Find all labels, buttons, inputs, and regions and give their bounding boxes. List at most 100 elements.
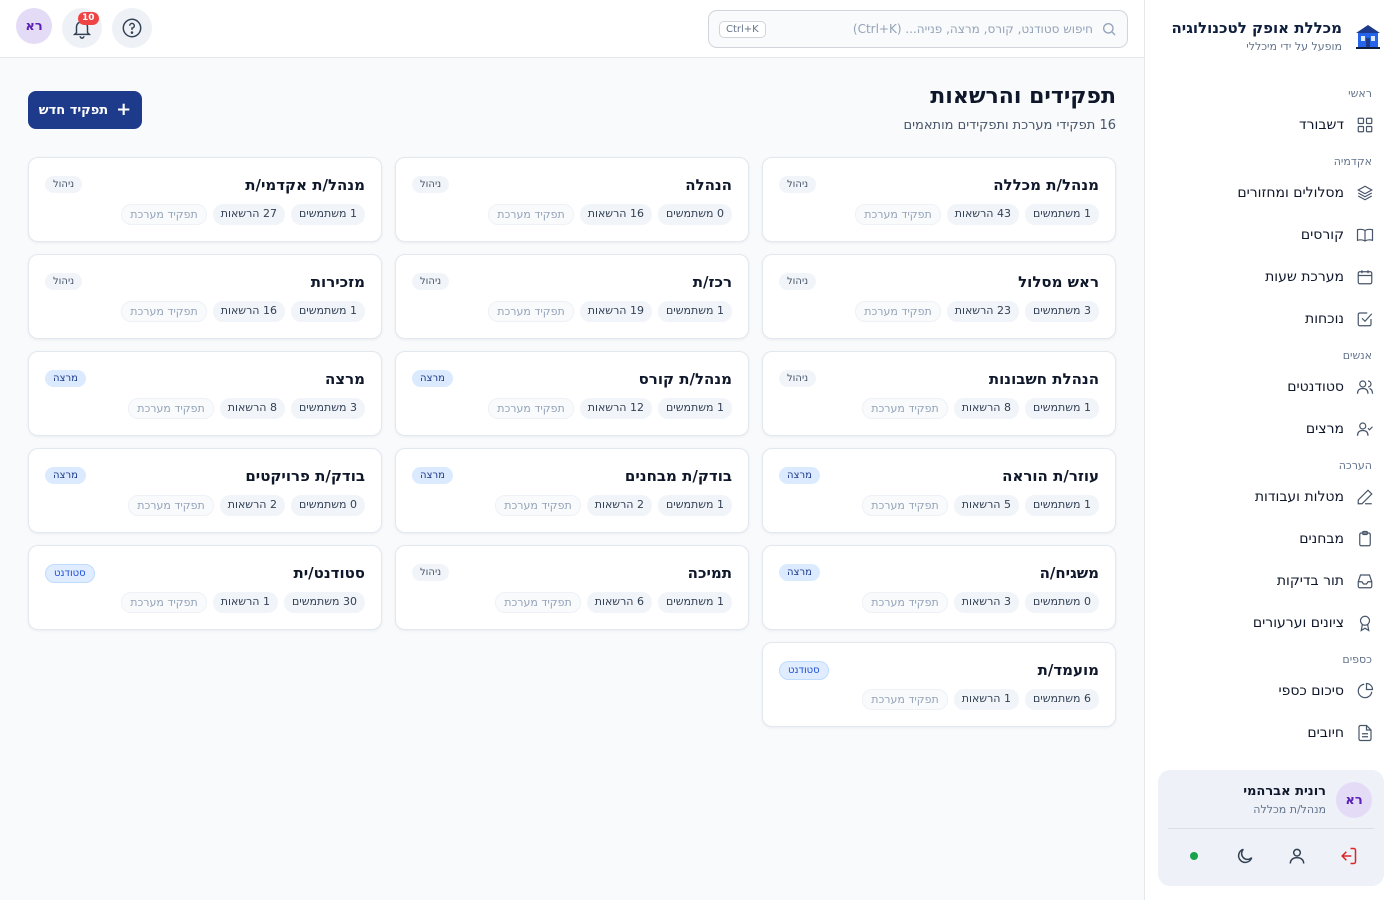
college-logo-icon xyxy=(1353,21,1383,51)
search-box[interactable]: Ctrl+K xyxy=(708,10,1128,48)
sidebar-item-lecturers[interactable]: מרצים xyxy=(1144,408,1400,450)
sidebar-item-invoices[interactable]: חיובים xyxy=(1144,712,1400,754)
users-count: 1 משתמשים xyxy=(1024,204,1099,225)
role-card[interactable]: מנהל/ת מכללה ניהול 1 משתמשים 43 הרשאות ת… xyxy=(762,157,1116,242)
help-button[interactable] xyxy=(112,8,152,48)
profile-button[interactable] xyxy=(1281,840,1313,872)
role-stats: 0 משתמשים 2 הרשאות תפקיד מערכת xyxy=(128,495,365,516)
sidebar-item-exams[interactable]: מבחנים xyxy=(1144,518,1400,560)
role-card[interactable]: רכז/ת ניהול 1 משתמשים 19 הרשאות תפקיד מע… xyxy=(395,254,749,339)
users-count: 1 משתמשים xyxy=(1024,398,1099,419)
system-role-badge: תפקיד מערכת xyxy=(495,592,581,613)
checkbox-icon xyxy=(1357,312,1373,327)
avatar[interactable]: רא xyxy=(1336,782,1372,818)
role-category-badge: ניהול xyxy=(412,564,450,581)
role-card[interactable]: הנהלת חשבונות ניהול 1 משתמשים 8 הרשאות ת… xyxy=(762,351,1116,436)
sidebar-item-label: נוכחות xyxy=(1305,311,1344,327)
sidebar-item-label: סטודנטים xyxy=(1287,379,1344,395)
permissions-count: 43 הרשאות xyxy=(946,204,1019,225)
sidebar-item-label: תור בדיקות xyxy=(1276,573,1344,589)
permissions-count: 5 הרשאות xyxy=(953,495,1019,516)
user-actions xyxy=(1158,840,1384,872)
system-role-badge: תפקיד מערכת xyxy=(121,592,207,613)
system-role-badge: תפקיד מערכת xyxy=(128,495,214,516)
sidebar-item-courses[interactable]: קורסים xyxy=(1144,214,1400,256)
system-role-badge: תפקיד מערכת xyxy=(488,204,574,225)
dark-mode-toggle[interactable] xyxy=(1229,840,1261,872)
system-role-badge: תפקיד מערכת xyxy=(862,398,948,419)
role-name: הנהלת חשבונות xyxy=(988,370,1099,388)
role-stats: 1 משתמשים 19 הרשאות תפקיד מערכת xyxy=(488,301,732,322)
new-role-button[interactable]: + תפקיד חדש xyxy=(28,91,142,129)
sidebar-item-label: מטלות ועבודות xyxy=(1254,489,1344,505)
system-role-badge: תפקיד מערכת xyxy=(862,689,948,710)
users-count: 0 משתמשים xyxy=(290,495,365,516)
role-card[interactable]: בודק/ת פרויקטים מרצה 0 משתמשים 2 הרשאות … xyxy=(28,448,382,533)
role-stats: 1 משתמשים 2 הרשאות תפקיד מערכת xyxy=(495,495,732,516)
role-card[interactable]: סטודנט/ית סטודנט 30 משתמשים 1 הרשאות תפק… xyxy=(28,545,382,630)
logout-button[interactable] xyxy=(1332,840,1364,872)
brand[interactable]: מכללת אופק לטכנולוגיה מופעל על ידי מיכלל… xyxy=(1158,14,1384,58)
sidebar-nav: ראשי דשבורד אקדמיה מסלולים ומחזורים קורס… xyxy=(1144,78,1400,764)
sidebar-item-attendance[interactable]: נוכחות xyxy=(1144,298,1400,340)
role-category-badge: ניהול xyxy=(779,370,817,387)
sidebar-item-assignments[interactable]: מטלות ועבודות xyxy=(1144,476,1400,518)
sidebar-item-schedule[interactable]: מערכת שעות xyxy=(1144,256,1400,298)
role-stats: 1 משתמשים 5 הרשאות תפקיד מערכת xyxy=(862,495,1099,516)
search-input[interactable] xyxy=(773,22,1093,36)
permissions-count: 16 הרשאות xyxy=(579,204,652,225)
sidebar-item-label: חיובים xyxy=(1307,725,1344,741)
permissions-count: 1 הרשאות xyxy=(212,592,278,613)
role-card[interactable]: מנהל/ת קורס מרצה 1 משתמשים 12 הרשאות תפק… xyxy=(395,351,749,436)
avatar[interactable]: רא xyxy=(16,8,52,44)
role-name: מנהל/ת מכללה xyxy=(993,176,1099,194)
permissions-count: 8 הרשאות xyxy=(219,398,285,419)
role-card[interactable]: מזכירות ניהול 1 משתמשים 16 הרשאות תפקיד … xyxy=(28,254,382,339)
permissions-count: 1 הרשאות xyxy=(953,689,1019,710)
role-category-badge: ניהול xyxy=(779,273,817,290)
sidebar-item-label: מרצים xyxy=(1305,421,1344,437)
inbox-icon xyxy=(1357,574,1373,589)
sidebar-item-students[interactable]: סטודנטים xyxy=(1144,366,1400,408)
role-name: ראש מסלול xyxy=(1018,273,1099,291)
role-card[interactable]: עוזר/ת הוראה מרצה 1 משתמשים 5 הרשאות תפק… xyxy=(762,448,1116,533)
divider xyxy=(1168,828,1374,829)
role-category-badge: ניהול xyxy=(779,176,817,193)
permissions-count: 2 הרשאות xyxy=(219,495,285,516)
role-card[interactable]: משגיח/ה מרצה 0 משתמשים 3 הרשאות תפקיד מע… xyxy=(762,545,1116,630)
brand-subtitle: מופעל על ידי מיכללי xyxy=(1246,40,1342,53)
role-card[interactable]: הנהלה ניהול 0 משתמשים 16 הרשאות תפקיד מע… xyxy=(395,157,749,242)
system-role-badge: תפקיד מערכת xyxy=(121,301,207,322)
notifications-button[interactable]: 10 xyxy=(62,8,102,48)
system-role-badge: תפקיד מערכת xyxy=(121,204,207,225)
sidebar-item-tracks[interactable]: מסלולים ומחזורים xyxy=(1144,172,1400,214)
sidebar-item-label: מערכת שעות xyxy=(1265,269,1344,285)
role-category-badge: ניהול xyxy=(412,273,450,290)
role-name: בודק/ת פרויקטים xyxy=(245,467,365,485)
role-card[interactable]: מועמד/ת סטודנט 6 משתמשים 1 הרשאות תפקיד … xyxy=(762,642,1116,727)
role-card[interactable]: ראש מסלול ניהול 3 משתמשים 23 הרשאות תפקי… xyxy=(762,254,1116,339)
role-name: מנהל/ת אקדמי/ת xyxy=(245,176,365,194)
role-stats: 6 משתמשים 1 הרשאות תפקיד מערכת xyxy=(862,689,1099,710)
role-card[interactable]: מנהל/ת אקדמי/ת ניהול 1 משתמשים 27 הרשאות… xyxy=(28,157,382,242)
users-count: 1 משתמשים xyxy=(657,592,732,613)
sidebar-item-dashboard[interactable]: דשבורד xyxy=(1144,104,1400,146)
nav-section-main: ראשי xyxy=(1348,87,1372,100)
sidebar-item-grades[interactable]: ציונים וערעורים xyxy=(1144,602,1400,644)
topbar: Ctrl+K 10 רא xyxy=(0,0,1144,58)
role-card[interactable]: תמיכה ניהול 1 משתמשים 6 הרשאות תפקיד מער… xyxy=(395,545,749,630)
system-role-badge: תפקיד מערכת xyxy=(488,398,574,419)
role-category-badge: מרצה xyxy=(45,467,86,484)
role-stats: 0 משתמשים 16 הרשאות תפקיד מערכת xyxy=(488,204,732,225)
help-circle-icon xyxy=(122,18,142,38)
users-count: 1 משתמשים xyxy=(290,204,365,225)
dashboard-grid-icon xyxy=(1357,117,1373,133)
nav-section-finance: כספים xyxy=(1342,653,1372,666)
sidebar-item-fin-summary[interactable]: סיכום כספי xyxy=(1144,670,1400,712)
permissions-count: 2 הרשאות xyxy=(586,495,652,516)
book-open-icon xyxy=(1356,228,1374,242)
sidebar-item-grading-queue[interactable]: תור בדיקות xyxy=(1144,560,1400,602)
role-category-badge: מרצה xyxy=(779,564,820,581)
role-card[interactable]: בודק/ת מבחנים מרצה 1 משתמשים 2 הרשאות תפ… xyxy=(395,448,749,533)
role-card[interactable]: מרצה מרצה 3 משתמשים 8 הרשאות תפקיד מערכת xyxy=(28,351,382,436)
